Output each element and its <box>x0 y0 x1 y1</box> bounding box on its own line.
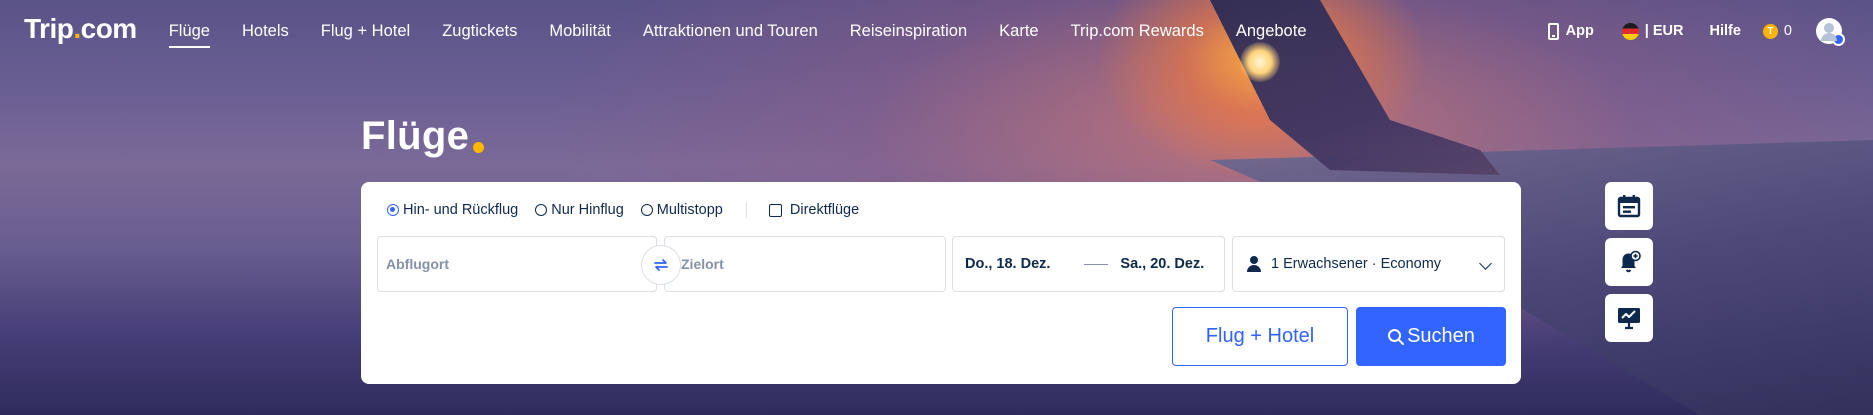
flight-hotel-button[interactable]: Flug + Hotel <box>1172 307 1348 366</box>
top-navigation: Trip.com Flüge Hotels Flug + Hotel Zugti… <box>0 0 1873 62</box>
direct-flights-toggle[interactable]: Direktflüge <box>768 202 860 218</box>
chevron-down-icon <box>1479 257 1492 270</box>
coins-link[interactable]: T 0 <box>1762 23 1792 39</box>
nav-item-reiseinspiration[interactable]: Reiseinspiration <box>850 22 967 41</box>
trip-type-multi-city[interactable]: Multistopp <box>640 202 723 218</box>
swap-button[interactable] <box>641 245 681 285</box>
swap-icon <box>654 259 668 271</box>
avatar-icon <box>1816 18 1845 46</box>
germany-flag-icon <box>1621 22 1639 40</box>
origin-field[interactable]: Abflugort <box>377 236 657 292</box>
nav-item-flug-hotel[interactable]: Flug + Hotel <box>321 22 410 41</box>
nav-item-attraktionen[interactable]: Attraktionen und Touren <box>643 22 818 41</box>
direct-flights-checkbox[interactable] <box>768 203 782 217</box>
search-button[interactable]: Suchen <box>1356 307 1506 366</box>
passenger-class-value: 1 Erwachsener · Economy <box>1271 256 1442 272</box>
radio-multi-city[interactable] <box>640 204 653 216</box>
nav-item-zugtickets[interactable]: Zugtickets <box>442 22 517 41</box>
radio-round-trip[interactable] <box>387 204 399 216</box>
main-nav: Flüge Hotels Flug + Hotel Zugtickets Mob… <box>168 22 1339 48</box>
calendar-icon <box>1617 195 1641 218</box>
trip-type-round-trip[interactable]: Hin- und Rückflug <box>387 202 518 218</box>
trip-type-one-way[interactable]: Nur Hinflug <box>535 202 624 218</box>
nav-item-mobilitaet[interactable]: Mobilität <box>549 22 610 41</box>
person-icon <box>1247 256 1261 272</box>
depart-date[interactable]: Do., 18. Dez. <box>965 256 1050 272</box>
trip-type-label: Nur Hinflug <box>551 202 624 218</box>
passenger-class-field[interactable]: 1 Erwachsener · Economy <box>1232 236 1505 292</box>
trip-com-logo[interactable]: Trip.com <box>24 13 137 45</box>
radio-one-way[interactable] <box>535 204 548 216</box>
app-link[interactable]: App <box>1547 22 1594 40</box>
nav-item-angebote[interactable]: Angebote <box>1236 22 1307 41</box>
trip-type-label: Hin- und Rückflug <box>403 202 519 218</box>
trip-type-selector: Hin- und Rückflug Nur Hinflug Multistopp… <box>387 202 876 218</box>
account-menu[interactable] <box>1816 18 1845 46</box>
price-alert-bell-icon <box>1621 250 1641 273</box>
nav-item-hotels[interactable]: Hotels <box>242 22 289 41</box>
date-separator <box>1084 263 1109 265</box>
date-range-field[interactable]: Do., 18. Dez. Sa., 20. Dez. <box>952 236 1225 292</box>
search-button-label: Suchen <box>1407 325 1475 347</box>
origin-placeholder: Abflugort <box>386 256 449 272</box>
nav-item-karte[interactable]: Karte <box>999 22 1038 41</box>
title-dot <box>473 142 484 153</box>
price-trend-icon <box>1618 308 1640 330</box>
destination-placeholder: Zielort <box>681 256 724 272</box>
coin-icon: T <box>1762 23 1778 39</box>
phone-icon <box>1547 22 1559 40</box>
price-trend-button[interactable] <box>1605 294 1653 342</box>
divider <box>745 202 747 218</box>
side-tools <box>1605 182 1653 342</box>
direct-flights-label: Direktflüge <box>789 202 860 218</box>
app-label: App <box>1565 23 1594 39</box>
trip-type-label: Multistopp <box>656 202 723 218</box>
destination-field[interactable]: Zielort <box>664 236 946 292</box>
search-icon <box>1388 328 1405 345</box>
currency-label: | EUR <box>1644 23 1684 39</box>
price-alert-button[interactable] <box>1605 238 1653 286</box>
page-title: Flüge <box>361 114 470 158</box>
calendar-tool-button[interactable] <box>1605 182 1653 230</box>
coins-count: 0 <box>1783 23 1792 39</box>
return-date[interactable]: Sa., 20. Dez. <box>1120 256 1204 272</box>
currency-language-selector[interactable]: | EUR <box>1621 22 1684 40</box>
help-link[interactable]: Hilfe <box>1710 23 1741 39</box>
nav-item-fluege[interactable]: Flüge <box>168 22 211 48</box>
flight-search-card: Hin- und Rückflug Nur Hinflug Multistopp… <box>361 182 1521 384</box>
nav-item-rewards[interactable]: Trip.com Rewards <box>1071 22 1204 41</box>
nav-right-group: App | EUR Hilfe T 0 <box>1547 0 1873 62</box>
